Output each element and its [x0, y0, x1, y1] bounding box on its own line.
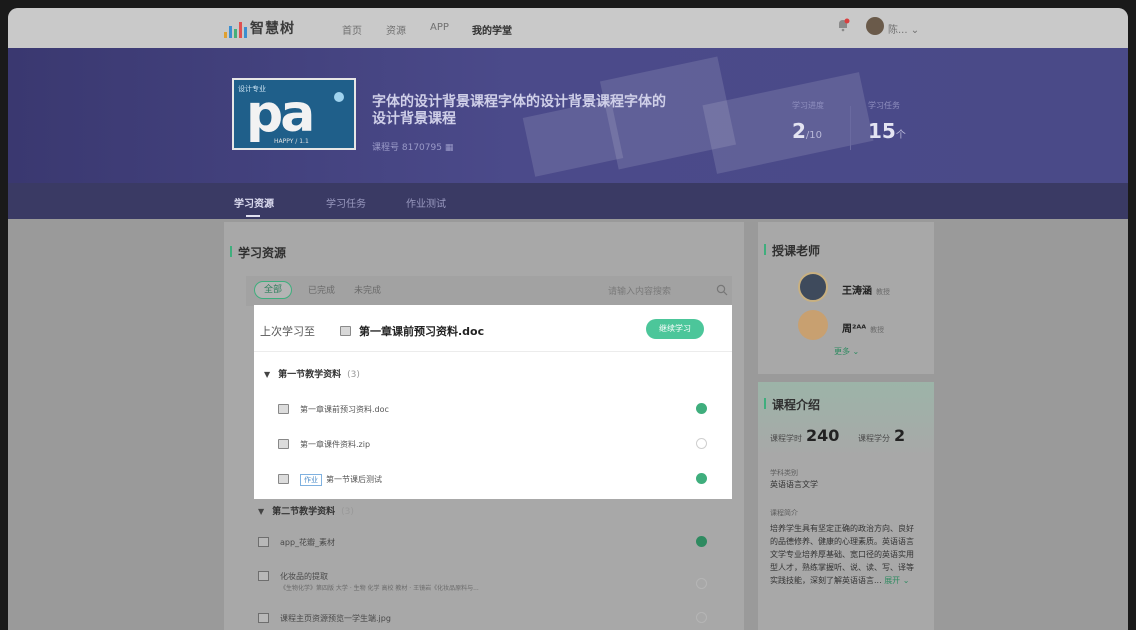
task-value: 15个 — [868, 119, 906, 143]
more-teachers-link[interactable]: 更多 ⌄ — [834, 346, 859, 357]
video-icon — [258, 571, 269, 581]
browser-window: 智慧树 首页 资源 APP 我的学堂 陈... ⌄ 设计专业 pa HAPPY … — [8, 8, 1128, 630]
notification-bell-icon[interactable] — [836, 18, 850, 32]
resource-subtitle: 《生物化学》第四版 大学 · 生物 化学 高校 教材 · 王镜岩《化妆品原料与.… — [280, 585, 479, 592]
task-stat: 学习任务 15个 — [868, 100, 906, 143]
nav-link-my-school[interactable]: 我的学堂 — [472, 22, 512, 37]
last-study-label: 上次学习至 — [260, 325, 315, 338]
course-title: 字体的设计背景课程字体的设计背景课程字体的设计背景课程 — [372, 94, 666, 127]
filter-all[interactable]: 全部 — [254, 281, 292, 299]
completed-check-icon — [696, 536, 707, 547]
doc-file-icon — [340, 326, 351, 336]
teacher-avatar — [798, 272, 828, 302]
intro-text: 培养学生具有坚定正确的政治方向、良好的品德修养、健康的心理素质。英语语言文学专业… — [770, 524, 914, 585]
search-icon[interactable] — [716, 284, 728, 296]
resource-name: 第一章课前预习资料.doc — [300, 405, 389, 414]
cover-title: pa — [246, 84, 315, 144]
course-cover-image: 设计专业 pa HAPPY / 1.1 — [232, 78, 356, 150]
course-hours: 课程学时 240 — [770, 426, 840, 445]
homework-tag: 作业 — [300, 474, 322, 486]
cover-decoration — [334, 92, 344, 102]
course-credits: 课程学分 2 — [858, 426, 906, 445]
resource-row[interactable]: 作业 第一节课后测试 — [278, 471, 708, 491]
search-input[interactable]: 请输入内容搜索 — [608, 284, 671, 297]
filter-incomplete[interactable]: 未完成 — [354, 283, 381, 296]
resource-name: 作业 第一节课后测试 — [300, 474, 382, 486]
cover-subtitle: HAPPY / 1.1 — [274, 138, 309, 145]
filter-bar: 全部 已完成 未完成 请输入内容搜索 — [246, 276, 732, 306]
resources-title: 学习资源 — [229, 246, 287, 260]
resource-name: 化妆品的提取 — [280, 572, 328, 581]
tab-resources[interactable]: 学习资源 — [234, 195, 274, 210]
resource-name: app_花瓣_素材 — [280, 538, 336, 547]
course-banner: 设计专业 pa HAPPY / 1.1 字体的设计背景课程字体的设计背景课程字体… — [8, 48, 1128, 183]
image-icon — [258, 613, 269, 623]
category-value: 英语语言文学 — [770, 480, 818, 489]
logo-icon[interactable] — [224, 18, 247, 38]
resource-row[interactable]: 第一章课件资料.zip — [278, 436, 708, 456]
incomplete-circle-icon — [696, 438, 707, 449]
user-name[interactable]: 陈... ⌄ — [888, 21, 919, 36]
completed-check-icon — [696, 403, 707, 414]
continue-learning-button[interactable]: 继续学习 — [646, 319, 704, 339]
progress-value: 2/10 — [792, 119, 823, 143]
divider — [254, 351, 732, 352]
incomplete-circle-icon — [696, 578, 707, 589]
chapter-header[interactable]: ▼ 第二节教学资料 (3) — [258, 504, 354, 517]
chapter-header[interactable]: ▼ 第一节教学资料 (3) — [264, 367, 360, 380]
completed-check-icon — [696, 473, 707, 484]
resource-row[interactable]: 化妆品的提取 《生物化学》第四版 大学 · 生物 化学 高校 教材 · 王镜岩《… — [258, 570, 718, 598]
expand-link[interactable]: 展开 ⌄ — [884, 576, 909, 585]
task-label: 学习任务 — [868, 101, 900, 110]
logo-text[interactable]: 智慧树 — [250, 18, 295, 38]
teacher-avatar — [798, 310, 828, 340]
resource-name: 第一章课件资料.zip — [300, 440, 371, 449]
doc-file-icon — [278, 404, 289, 414]
course-code: 课程号 8170795 ▦ — [372, 143, 454, 153]
nav-link-home[interactable]: 首页 — [342, 22, 362, 37]
nav-link-app[interactable]: APP — [430, 22, 449, 33]
course-intro-card: 课程介绍 课程学时 240 课程学分 2 学科类别 英语语言文学 课程简介 培养学生… — [758, 382, 934, 630]
intro-label: 课程简介 — [770, 509, 798, 517]
stat-divider — [850, 106, 851, 150]
zip-file-icon — [278, 439, 289, 449]
active-tab-indicator — [246, 215, 260, 217]
course-tab-bar: 学习资源 学习任务 作业测试 — [8, 183, 1128, 219]
tab-tasks[interactable]: 学习任务 — [326, 195, 366, 210]
last-study-file[interactable]: 第一章课前预习资料.doc — [340, 323, 484, 339]
teachers-title: 授课老师 — [763, 244, 821, 258]
intro-title: 课程介绍 — [763, 398, 821, 412]
resource-row[interactable]: 课程主页资源预览一学生端.jpg — [258, 612, 718, 626]
file-icon — [258, 537, 269, 547]
nav-link-resources[interactable]: 资源 — [386, 22, 406, 37]
chevron-down-icon: ▼ — [264, 370, 271, 379]
chevron-down-icon: ▼ — [258, 507, 265, 516]
tab-homework[interactable]: 作业测试 — [406, 195, 446, 210]
progress-label: 学习进度 — [792, 101, 824, 110]
incomplete-circle-icon — [696, 612, 707, 623]
resource-row[interactable]: app_花瓣_素材 — [258, 536, 718, 554]
highlighted-resource-card: 上次学习至 第一章课前预习资料.doc 继续学习 ▼ 第一节教学资料 (3) 第一章… — [254, 305, 732, 499]
user-avatar[interactable] — [866, 17, 884, 35]
top-navbar: 智慧树 首页 资源 APP 我的学堂 陈... ⌄ — [8, 8, 1128, 48]
teacher-name: 王涛涵 教授 — [842, 286, 890, 297]
category-label: 学科类别 — [770, 469, 798, 477]
teacher-name: 周²ᴬᴬ 教授 — [842, 324, 885, 335]
quiz-icon — [278, 474, 289, 484]
resource-row[interactable]: 第一章课前预习资料.doc — [278, 401, 708, 421]
teachers-card: 授课老师 王涛涵 教授 周²ᴬᴬ 教授 更多 ⌄ — [758, 222, 934, 374]
progress-stat: 学习进度 2/10 — [792, 100, 824, 143]
filter-completed[interactable]: 已完成 — [308, 283, 335, 296]
resource-name: 课程主页资源预览一学生端.jpg — [280, 614, 391, 623]
